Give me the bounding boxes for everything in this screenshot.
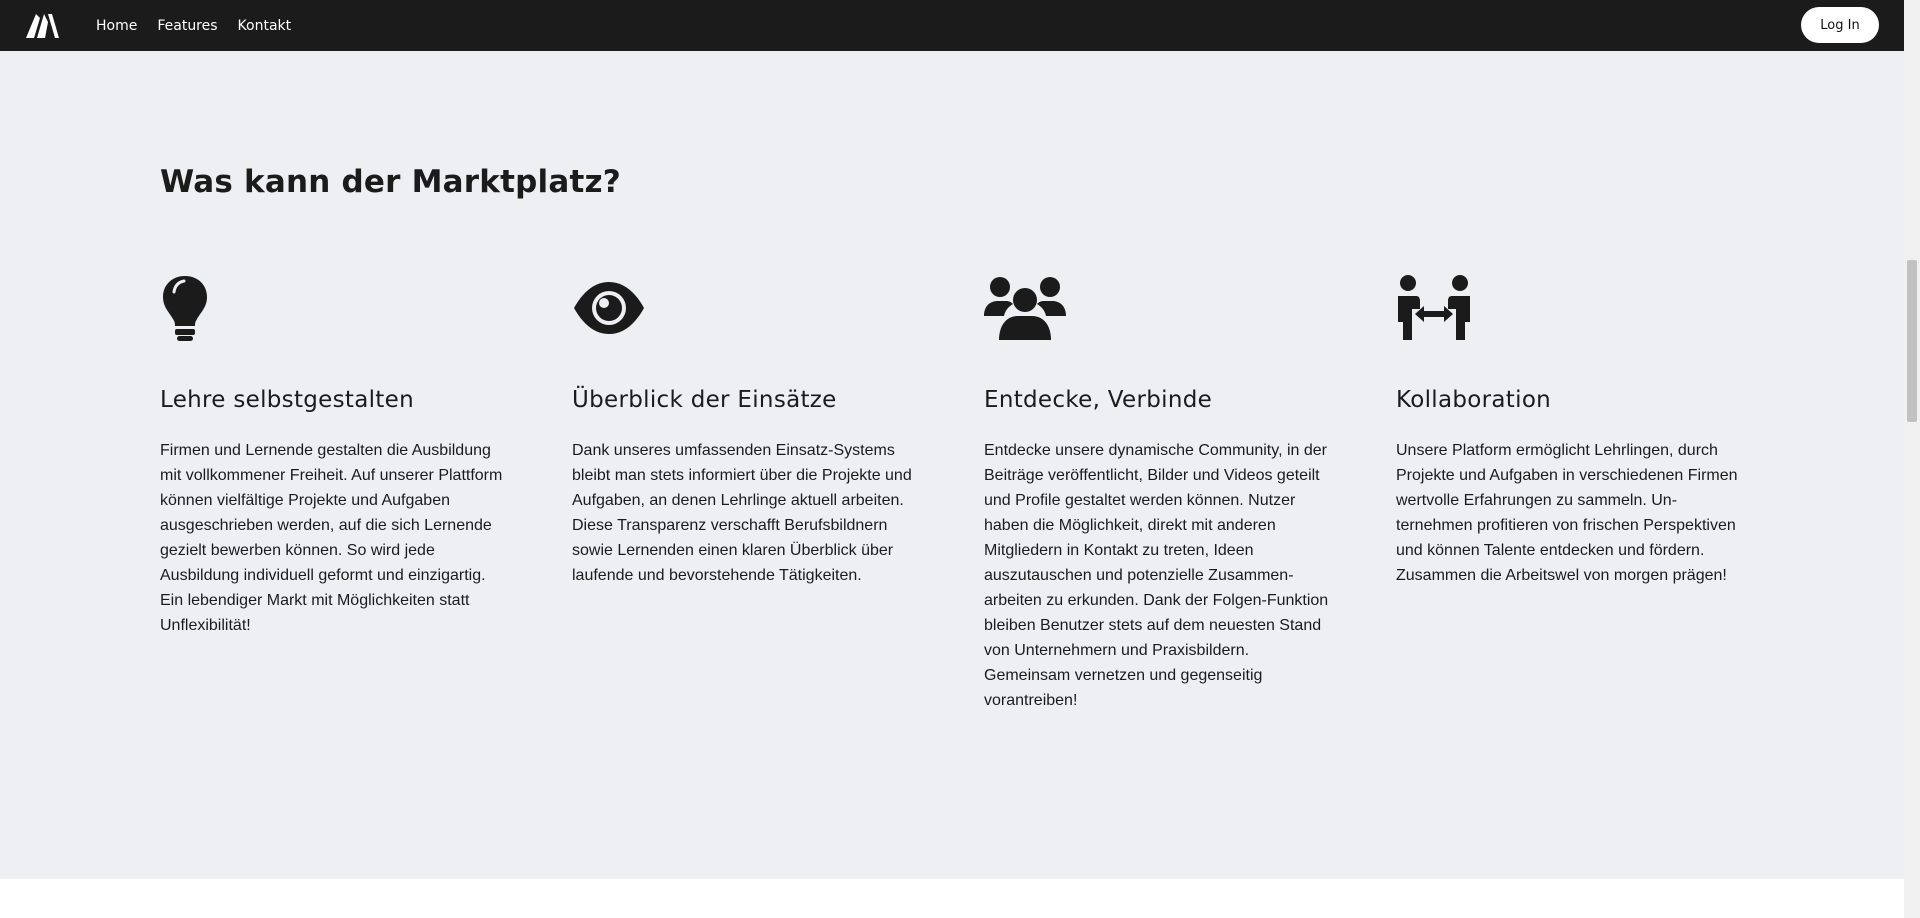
feature-title: Überblick der Einsätze: [572, 387, 837, 413]
feature-card-ueberblick: Überblick der Einsätze Dank unseres umfa…: [572, 274, 922, 588]
navbar: Home Features Kontakt Log In: [0, 0, 1904, 51]
feature-card-kollaboration: Kollaboration Unsere Platform ermöglicht…: [1396, 274, 1746, 588]
nav-link-features[interactable]: Features: [157, 18, 217, 34]
scrollbar-thumb[interactable]: [1907, 260, 1917, 422]
features-section: Was kann der Marktplatz? Lehre selbstges…: [0, 51, 1904, 879]
nav-link-home[interactable]: Home: [96, 18, 137, 34]
feature-title: Kollaboration: [1396, 387, 1552, 413]
page: Home Features Kontakt Log In Was kann de…: [0, 0, 1920, 918]
feature-text: Firmen und Lernende gestalten die Ausbil…: [160, 442, 503, 634]
feature-text: Dank unseres umfassenden Einsatz-Systems…: [572, 442, 912, 584]
page-scrollbar[interactable]: [1904, 0, 1920, 918]
login-button[interactable]: Log In: [1801, 7, 1879, 43]
section-title: Was kann der Marktplatz?: [160, 164, 621, 200]
feature-card-lehre: Lehre selbstgestalten Firmen und Lernend…: [160, 274, 510, 638]
next-section: [0, 879, 1904, 918]
nav-link-kontakt[interactable]: Kontakt: [238, 18, 292, 34]
logo-icon[interactable]: [24, 12, 64, 40]
feature-card-entdecke: Entdecke, Verbinde Entdecke unsere dynam…: [984, 274, 1334, 713]
feature-text: Entdecke unsere dynamische Community, in…: [984, 442, 1329, 709]
users-icon: [984, 274, 1334, 342]
main-nav: Home Features Kontakt: [96, 0, 291, 51]
eye-icon: [572, 274, 922, 342]
lightbulb-icon: [160, 274, 510, 342]
feature-text: Unsere Platform ermöglicht Lehrlingen, d…: [1396, 442, 1738, 584]
people-arrows-icon: [1396, 274, 1746, 342]
feature-title: Lehre selbstgestalten: [160, 387, 414, 413]
feature-title: Entdecke, Verbinde: [984, 387, 1213, 413]
